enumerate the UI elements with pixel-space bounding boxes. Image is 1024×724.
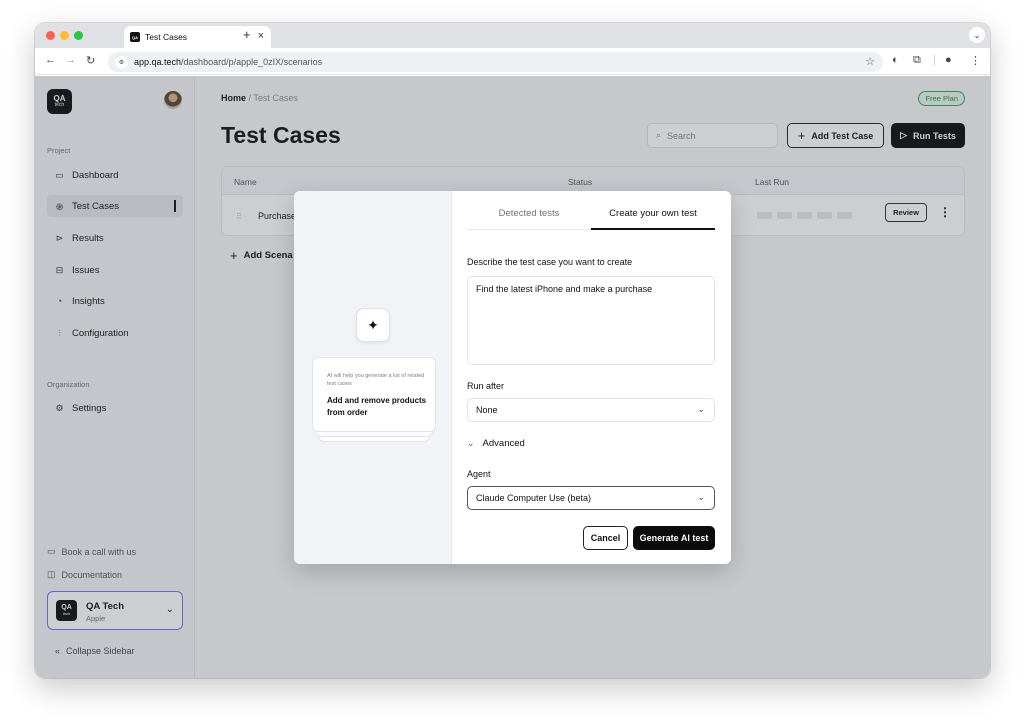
describe-test-textarea[interactable]: Find the latest iPhone and make a purcha… [467, 276, 715, 365]
url-host: app.qa.tech [134, 57, 182, 67]
maximize-window-icon[interactable] [74, 31, 83, 40]
address-bar[interactable]: ⚙ app.qa.tech/dashboard/p/apple_0zIX/sce… [108, 52, 883, 72]
modal-form-panel: Detected tests Create your own test Desc… [452, 191, 731, 564]
chevron-down-icon: ⌄ [697, 404, 705, 414]
profile-avatar-icon[interactable]: ● [945, 54, 952, 66]
site-info-icon[interactable]: ⚙ [115, 55, 128, 69]
browser-toolbar: ← → ↻ ⚙ app.qa.tech/dashboard/p/apple_0z… [35, 48, 990, 75]
tab-search-icon[interactable]: ⌄ [969, 27, 985, 43]
agent-select[interactable]: Claude Computer Use (beta) ⌄ [467, 486, 715, 510]
card-stack-illustration: AI will help you generate a list of rela… [312, 357, 436, 442]
create-test-modal: ✦ AI will help you generate a list of re… [294, 191, 731, 564]
modal-illustration-panel: ✦ AI will help you generate a list of re… [294, 191, 452, 564]
describe-label: Describe the test case you want to creat… [467, 257, 633, 267]
tab-detected-tests[interactable]: Detected tests [467, 208, 591, 219]
reload-icon[interactable]: ↻ [86, 54, 95, 67]
advanced-label: Advanced [482, 438, 525, 449]
cancel-button[interactable]: Cancel [583, 526, 628, 550]
card-title: Add and remove products from order [327, 396, 427, 417]
browser-menu-icon[interactable]: ⋮ [970, 54, 981, 67]
stacked-card-front: AI will help you generate a list of rela… [312, 357, 436, 432]
forward-icon[interactable]: → [65, 54, 76, 66]
run-after-select[interactable]: None ⌄ [467, 398, 715, 422]
extension-icon[interactable]: ◐ [892, 54, 899, 66]
card-note: AI will help you generate a list of rela… [327, 373, 425, 387]
puzzle-extensions-icon[interactable]: ⧉ [913, 54, 921, 67]
close-window-icon[interactable] [46, 31, 55, 40]
run-after-value: None [476, 405, 498, 415]
generate-ai-test-button[interactable]: Generate AI test [633, 526, 715, 550]
tab-create-your-own-test[interactable]: Create your own test [591, 208, 715, 219]
tab-title: Test Cases [145, 32, 188, 42]
tab-favicon-icon: QA [130, 32, 140, 42]
browser-window: QA Test Cases × + ⌄ ← → ↻ ⚙ app.qa.tech/… [35, 23, 990, 678]
minimize-window-icon[interactable] [60, 31, 69, 40]
new-tab-icon[interactable]: + [243, 27, 251, 42]
tab-strip: QA Test Cases × + ⌄ [35, 23, 990, 48]
close-tab-icon[interactable]: × [258, 30, 264, 42]
active-tab-indicator [591, 228, 715, 230]
bookmark-star-icon[interactable]: ☆ [865, 55, 875, 68]
toolbar-divider: | [933, 54, 936, 66]
advanced-toggle[interactable]: ⌄ Advanced [467, 438, 525, 449]
sparkles-icon: ✦ [356, 308, 390, 342]
run-after-label: Run after [467, 381, 505, 391]
url-path: /dashboard/p/apple_0zIX/scenarios [181, 57, 323, 67]
back-icon[interactable]: ← [45, 54, 56, 66]
chevron-down-icon: ⌄ [697, 492, 705, 502]
agent-value: Claude Computer Use (beta) [476, 493, 592, 503]
agent-label: Agent [467, 469, 491, 479]
chevron-down-icon: ⌄ [467, 438, 475, 448]
